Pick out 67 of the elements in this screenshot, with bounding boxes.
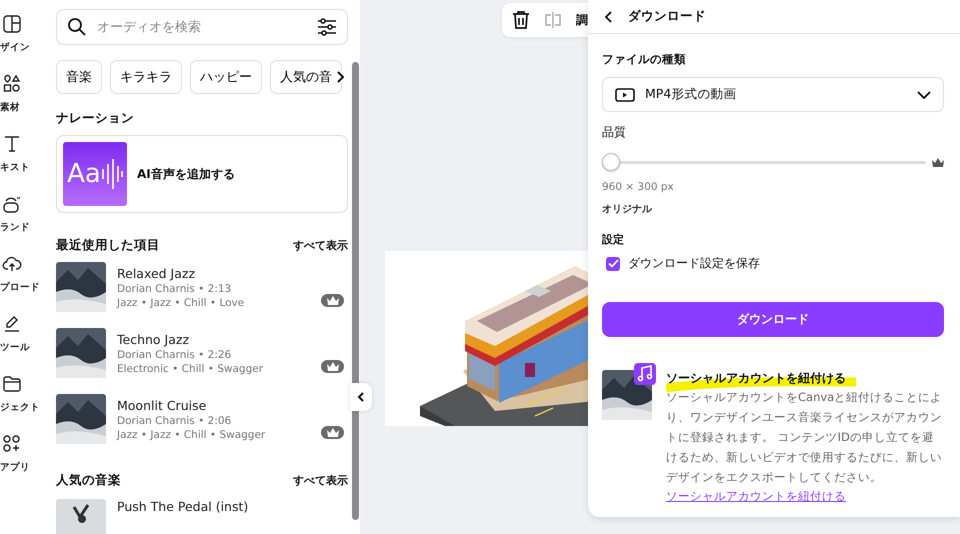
nav-label[interactable]: プロード xyxy=(0,281,40,294)
dimensions-text: 960 × 300 px xyxy=(602,181,675,193)
nav-label[interactable]: 素材 xyxy=(0,101,20,114)
chevron-down-icon xyxy=(917,90,931,98)
panel-title: ダウンロード xyxy=(628,8,706,25)
section-heading: ナレーション xyxy=(56,110,135,127)
track-tags: Jazz • Jazz • Chill • Love xyxy=(117,296,244,308)
video-icon xyxy=(615,86,635,102)
search-icon xyxy=(67,17,87,37)
scrollbar[interactable] xyxy=(352,62,359,520)
waveform-icon xyxy=(100,157,123,191)
checkbox[interactable] xyxy=(606,256,620,270)
trash-icon[interactable] xyxy=(512,10,530,30)
see-all-link[interactable]: すべて表示 xyxy=(293,238,348,253)
quality-name: オリジナル xyxy=(602,203,654,216)
filter-chip[interactable]: 人気の音 xyxy=(270,60,342,94)
apps-icon[interactable] xyxy=(2,434,22,454)
folder-icon[interactable] xyxy=(2,374,22,394)
filter-icon[interactable] xyxy=(317,18,337,36)
ai-voice-card[interactable]: Aa AI音声を追加する xyxy=(56,135,348,213)
field-label: 設定 xyxy=(602,232,625,247)
download-button[interactable]: ダウンロード xyxy=(602,302,944,337)
filter-chip[interactable]: 音楽 xyxy=(56,60,102,94)
ai-voice-thumbnail: Aa xyxy=(63,142,127,206)
track-artist-duration: Dorian Charnis • 2:26 xyxy=(117,348,232,360)
nav-label[interactable]: ランド xyxy=(0,221,30,234)
file-type-dropdown[interactable]: MP4形式の動画 xyxy=(602,77,944,112)
nav-label[interactable]: ザイン xyxy=(0,41,30,54)
field-label: ファイルの種類 xyxy=(602,52,687,67)
quality-slider[interactable] xyxy=(602,153,926,171)
filter-chip[interactable]: キラキラ xyxy=(110,60,182,94)
toolbar-label[interactable]: 調 xyxy=(576,12,588,28)
brand-icon[interactable] xyxy=(2,194,22,214)
nav-label[interactable]: キスト xyxy=(0,161,30,174)
section-heading: 最近使用した項目 xyxy=(56,237,160,254)
social-description: ソーシャルアカウントをCanvaと紐付けることにより、ワンデザインユース音楽ライセンスがアカウントに登録されます。 コンテンツIDの申し立てを避けるため、新しいビデオで使用するたびに、新しいデザインをエクスポートしてください。 xyxy=(666,389,944,486)
track-title[interactable]: Moonlit Cruise xyxy=(117,398,266,412)
shapes-icon[interactable] xyxy=(2,74,22,94)
track-artist-duration: Dorian Charnis • 2:13 xyxy=(117,282,232,294)
pen-icon[interactable] xyxy=(2,314,22,334)
collapse-panel-button[interactable] xyxy=(350,383,372,411)
track-title[interactable]: Techno Jazz xyxy=(117,332,264,346)
nav-label[interactable]: ツール xyxy=(0,341,30,354)
track-artist-duration: Dorian Charnis • 2:06 xyxy=(117,414,232,426)
text-icon[interactable] xyxy=(2,134,22,154)
nav-label[interactable]: アプリ xyxy=(0,461,30,474)
track-tags: Jazz • Jazz • Chill • Swagger xyxy=(117,428,266,440)
track-title[interactable]: Relaxed Jazz xyxy=(117,266,244,280)
crown-icon xyxy=(932,158,944,166)
field-label: 品質 xyxy=(602,124,627,141)
card-label: AI音声を追加する xyxy=(137,166,235,182)
link-account-link[interactable]: ソーシャルアカウントを紐付ける xyxy=(666,487,944,505)
layout-icon[interactable] xyxy=(2,14,22,34)
chevron-right-icon[interactable] xyxy=(336,71,344,83)
slider-thumb[interactable] xyxy=(602,153,620,171)
back-icon[interactable] xyxy=(604,10,614,24)
checkbox-label[interactable]: ダウンロード設定を保存 xyxy=(628,255,760,272)
search-box[interactable]: オーディオを検索 xyxy=(56,9,348,45)
cloud-upload-icon[interactable] xyxy=(2,254,22,274)
music-note-icon xyxy=(634,363,656,385)
section-heading: 人気の音楽 xyxy=(56,472,121,489)
chevron-left-icon xyxy=(357,392,365,402)
track-title[interactable]: Push The Pedal (inst) xyxy=(117,499,248,514)
nav-label[interactable]: ジェクト xyxy=(0,401,40,414)
track-tags: Electronic • Chill • Swagger xyxy=(117,362,264,374)
see-all-link[interactable]: すべて表示 xyxy=(293,473,348,488)
filter-chip[interactable]: ハッピー xyxy=(190,60,262,94)
